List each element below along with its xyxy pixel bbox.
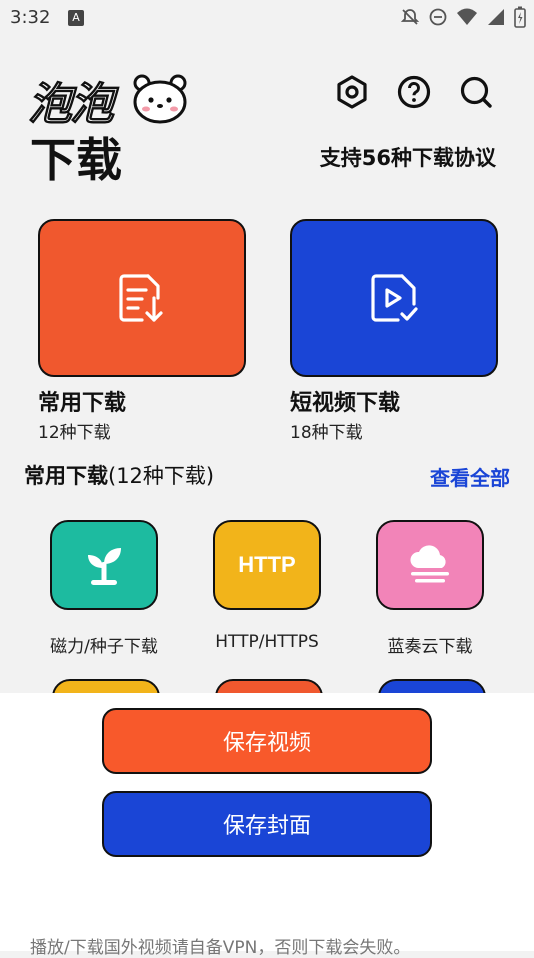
- common-download-count: 12种下载: [38, 423, 111, 443]
- header-actions: [334, 74, 494, 110]
- download-list-icon: [119, 274, 163, 322]
- notification-icon: A: [68, 10, 84, 26]
- http-icon: HTTP: [213, 520, 321, 610]
- battery-icon: [514, 6, 526, 28]
- app-logo: 泡泡 下载: [28, 68, 187, 187]
- vpn-notice: 播放/下载国外视频请自备VPN，否则下载会失败。: [30, 938, 411, 958]
- logo-top-text: 泡泡: [28, 79, 115, 131]
- logo-bottom-text: 下载: [30, 133, 122, 187]
- view-all-link[interactable]: 查看全部: [430, 462, 510, 491]
- protocol-http[interactable]: HTTP HTTP/HTTPS: [202, 520, 332, 652]
- settings-icon[interactable]: [334, 74, 370, 110]
- minus-circle-icon: [429, 8, 447, 26]
- section-title-bold: 常用下载: [24, 464, 108, 488]
- protocol-http-label: HTTP/HTTPS: [215, 632, 319, 652]
- signal-icon: [488, 9, 504, 25]
- status-icons: [400, 6, 526, 28]
- protocol-lanzou-label: 蓝奏云下载: [387, 637, 473, 657]
- short-video-title: 短视频下载: [290, 391, 401, 416]
- protocol-lanzou[interactable]: 蓝奏云下载: [365, 520, 495, 657]
- dnd-off-icon: [400, 9, 420, 25]
- help-icon[interactable]: [396, 74, 432, 110]
- protocol-magnet[interactable]: 磁力/种子下载: [39, 520, 169, 657]
- common-download-card[interactable]: [38, 219, 246, 377]
- wifi-icon: [457, 8, 477, 25]
- save-cover-button[interactable]: 保存封面: [102, 791, 432, 857]
- http-icon-text: HTTP: [238, 552, 296, 577]
- status-bar: 3:32 A: [0, 0, 534, 38]
- section-title-count: (12种下载): [108, 464, 215, 488]
- protocol-magnet-label: 磁力/种子下载: [50, 637, 158, 657]
- save-video-button[interactable]: 保存视频: [102, 708, 432, 774]
- bear-icon: [133, 74, 187, 124]
- common-download-title: 常用下载: [38, 391, 127, 416]
- short-video-card[interactable]: [290, 219, 498, 377]
- video-file-icon: [371, 274, 418, 322]
- sprout-icon: [50, 520, 158, 610]
- search-icon[interactable]: [458, 74, 494, 110]
- cloud-icon: [376, 520, 484, 610]
- section-title: 常用下载(12种下载): [24, 460, 214, 490]
- protocol-count-text: 支持56种下载协议: [319, 146, 496, 170]
- short-video-count: 18种下载: [290, 423, 363, 443]
- status-time: 3:32: [10, 7, 51, 28]
